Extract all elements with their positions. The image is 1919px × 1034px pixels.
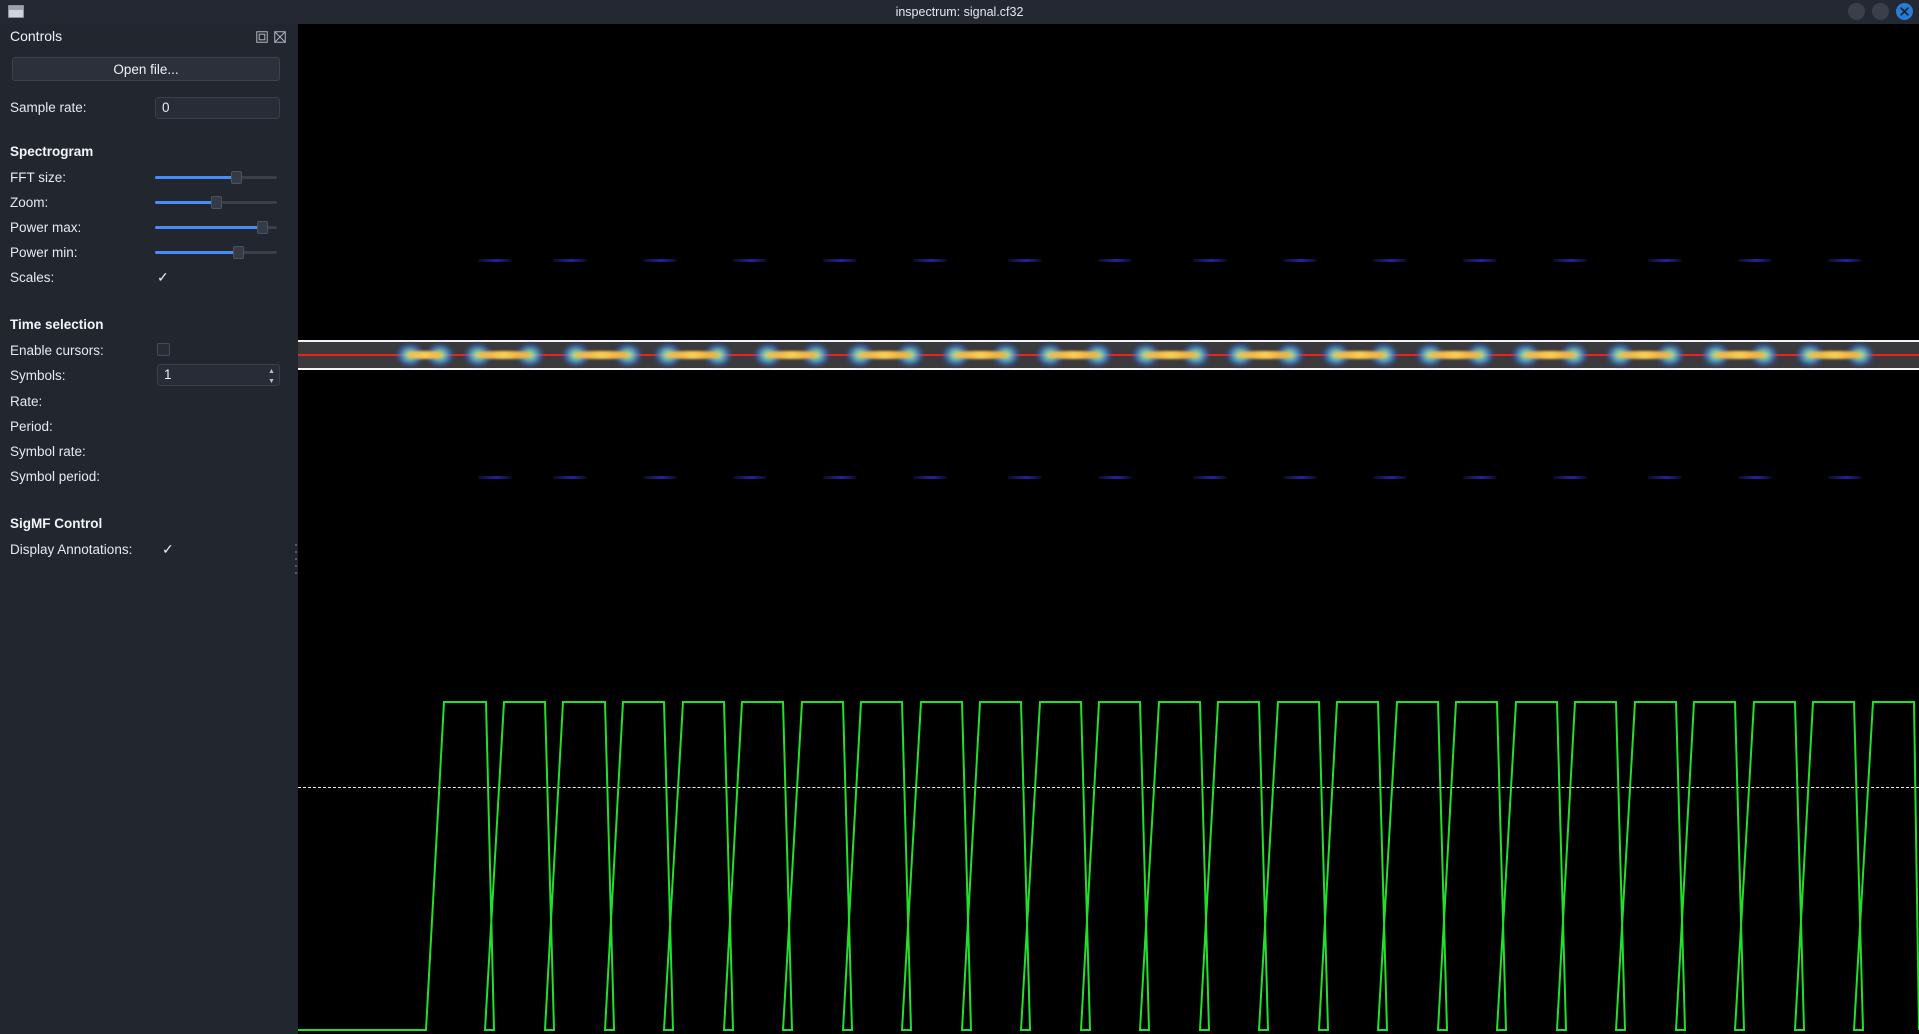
- symbol-rate-row: Symbol rate:: [10, 441, 290, 462]
- inspectrum-window: inspectrum: signal.cf32 Controls Open fi…: [0, 0, 1919, 1034]
- slider-handle[interactable]: [230, 171, 242, 184]
- symbol-rate-label: Symbol rate:: [10, 444, 86, 459]
- symbols-decrement-button[interactable]: ▼: [265, 376, 278, 386]
- window-controls: [1848, 3, 1913, 20]
- symbol-waveform-trace: [298, 702, 1919, 1030]
- scales-label: Scales:: [10, 270, 55, 285]
- close-panel-icon[interactable]: [274, 31, 286, 43]
- panel-title: Controls: [10, 28, 63, 44]
- panel-header: Controls: [0, 24, 294, 52]
- fft-size-label: FFT size:: [10, 170, 67, 185]
- symbols-spinner[interactable]: 1 ▲ ▼: [157, 364, 280, 386]
- title-bar: inspectrum: signal.cf32: [0, 0, 1919, 24]
- splitter-grip: [295, 544, 297, 578]
- enable-cursors-label: Enable cursors:: [10, 343, 104, 358]
- spectrum-plot-area[interactable]: [298, 24, 1919, 1034]
- maximize-button[interactable]: [1872, 3, 1889, 20]
- slider-fill: [155, 201, 216, 204]
- power-min-slider[interactable]: [155, 243, 277, 261]
- spectrogram-section-title: Spectrogram: [10, 144, 94, 159]
- slider-handle[interactable]: [232, 246, 244, 259]
- enable-cursors-row: Enable cursors:: [10, 340, 290, 361]
- fft-size-row: FFT size:: [10, 167, 290, 188]
- power-min-row: Power min:: [10, 242, 290, 263]
- window-title: inspectrum: signal.cf32: [895, 5, 1024, 19]
- symbol-period-row: Symbol period:: [10, 466, 290, 487]
- rate-row: Rate:: [10, 391, 290, 412]
- slider-handle[interactable]: [257, 221, 269, 234]
- close-button[interactable]: [1896, 3, 1913, 20]
- close-icon: [1900, 7, 1909, 16]
- minimize-button[interactable]: [1848, 3, 1865, 20]
- power-max-row: Power max:: [10, 217, 290, 238]
- time-selection-section-title: Time selection: [10, 317, 104, 332]
- rate-label: Rate:: [10, 394, 43, 409]
- period-label: Period:: [10, 419, 53, 434]
- slider-fill: [155, 251, 238, 254]
- symbols-value[interactable]: 1: [164, 365, 172, 385]
- zoom-slider[interactable]: [155, 193, 277, 211]
- controls-sidebar: Controls Open file... Sample rate: 0 Spe…: [0, 24, 294, 1034]
- display-annotations-row: Display Annotations: ✓: [10, 539, 290, 560]
- power-max-slider[interactable]: [155, 218, 277, 236]
- zoom-row: Zoom:: [10, 192, 290, 213]
- slider-handle[interactable]: [211, 196, 222, 209]
- fft-size-slider[interactable]: [155, 168, 277, 186]
- enable-cursors-checkbox[interactable]: [157, 343, 170, 356]
- slider-fill: [155, 176, 236, 179]
- zoom-label: Zoom:: [10, 195, 49, 210]
- display-annotations-label: Display Annotations:: [10, 542, 133, 557]
- sample-rate-row: Sample rate: 0: [10, 97, 290, 119]
- scales-checkbox[interactable]: ✓: [157, 269, 169, 285]
- float-panel-icon[interactable]: [256, 31, 268, 43]
- symbols-spinner-buttons: ▲ ▼: [265, 366, 278, 386]
- symbols-label: Symbols:: [10, 368, 66, 383]
- symbol-waveform-plot: [298, 24, 1919, 1034]
- symbols-row: Symbols: 1 ▲ ▼: [10, 364, 290, 386]
- panel-actions: [256, 31, 286, 43]
- open-file-button[interactable]: Open file...: [12, 57, 280, 81]
- power-min-label: Power min:: [10, 245, 78, 260]
- sample-rate-label: Sample rate:: [10, 100, 87, 115]
- symbols-increment-button[interactable]: ▲: [265, 366, 278, 376]
- symbol-period-label: Symbol period:: [10, 469, 101, 484]
- display-annotations-checkbox[interactable]: ✓: [162, 541, 174, 557]
- slider-fill: [155, 226, 263, 229]
- sample-rate-input[interactable]: 0: [155, 97, 280, 119]
- sigmf-section-title: SigMF Control: [10, 516, 103, 531]
- period-row: Period:: [10, 416, 290, 437]
- power-max-label: Power max:: [10, 220, 82, 235]
- scales-row: Scales: ✓: [10, 267, 290, 288]
